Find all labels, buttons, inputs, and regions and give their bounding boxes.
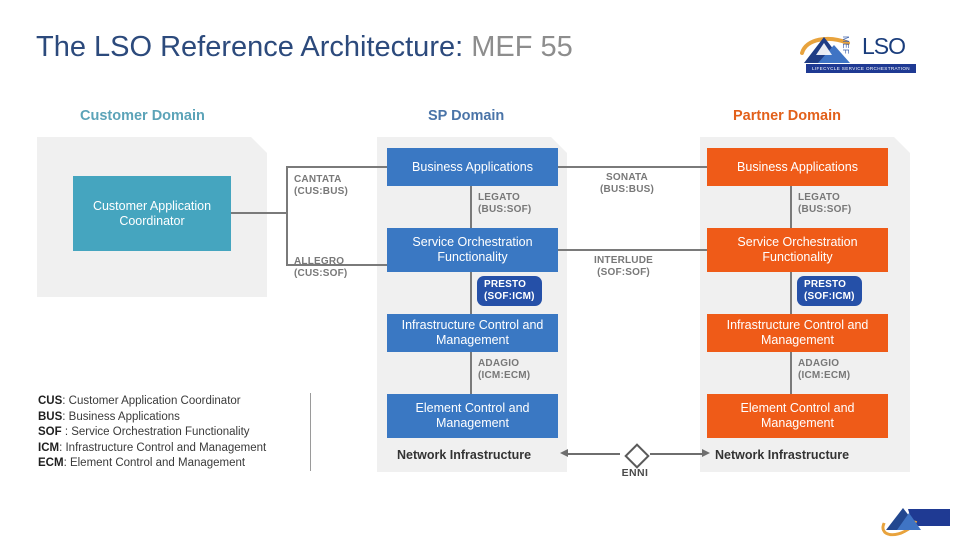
logo-mef-text: MEF bbox=[841, 36, 850, 55]
legend-item: SOF : Service Orchestration Functionalit… bbox=[38, 425, 266, 441]
label-partner-legato: LEGATO (BUS:SOF) bbox=[798, 192, 851, 216]
domain-heading-customer: Customer Domain bbox=[80, 108, 205, 124]
logo-tagline-bar: LIFECYCLE SERVICE ORCHESTRATION bbox=[806, 64, 916, 73]
label-sonata: SONATA (BUS:BUS) bbox=[600, 172, 654, 196]
box-sp-infrastructure-control-and-management[interactable]: Infrastructure Control and Management bbox=[387, 314, 558, 352]
label-partner-network-infrastructure: Network Infrastructure bbox=[715, 448, 850, 462]
legend-item: BUS: Business Applications bbox=[38, 410, 266, 426]
legend-item: CUS: Customer Application Coordinator bbox=[38, 394, 266, 410]
box-customer-application-coordinator[interactable]: Customer Application Coordinator bbox=[73, 176, 231, 251]
connector-customer-bracket bbox=[286, 166, 288, 266]
legend-item: ECM: Element Control and Management bbox=[38, 456, 266, 472]
page-title-main: The LSO Reference Architecture: bbox=[36, 31, 464, 63]
domain-heading-partner: Partner Domain bbox=[733, 108, 841, 124]
label-sp-network-infrastructure: Network Infrastructure bbox=[397, 448, 532, 462]
label-sonata-name: SONATA bbox=[606, 172, 648, 183]
connector-customer-stub bbox=[231, 212, 288, 214]
legend: CUS: Customer Application Coordinator BU… bbox=[38, 394, 266, 472]
legend-text: Customer Application Coordinator bbox=[68, 395, 241, 407]
label-interlude: INTERLUDE (SOF:SOF) bbox=[594, 255, 653, 279]
enni-group: ENNI bbox=[560, 443, 720, 487]
label-sonata-pair: (BUS:BUS) bbox=[600, 184, 655, 195]
label-partner-legato-pair: (BUS:SOF) bbox=[798, 204, 852, 215]
label-allegro-pair: (CUS:SOF) bbox=[294, 268, 348, 279]
pill-partner-presto[interactable]: PRESTO (SOF:ICM) bbox=[797, 276, 862, 306]
label-sp-adagio-pair: (ICM:ECM) bbox=[478, 370, 531, 381]
connector-sonata-line bbox=[558, 166, 710, 168]
label-sp-presto-pair: (SOF:ICM) bbox=[484, 291, 535, 302]
box-sp-element-control-and-management[interactable]: Element Control and Management bbox=[387, 394, 558, 438]
box-partner-element-control-and-management[interactable]: Element Control and Management bbox=[707, 394, 888, 438]
footer-logo-icon bbox=[876, 502, 950, 542]
label-cantata-name: CANTATA bbox=[294, 174, 342, 185]
legend-text: Service Orchestration Functionality bbox=[71, 426, 250, 438]
label-sp-legato: LEGATO (BUS:SOF) bbox=[478, 192, 531, 216]
label-sp-legato-name: LEGATO bbox=[478, 192, 520, 203]
enni-diamond-icon bbox=[624, 443, 650, 469]
connector-sp-legato bbox=[470, 186, 472, 228]
label-allegro-name: ALLEGRO bbox=[294, 256, 345, 267]
legend-abbr: ECM bbox=[38, 457, 64, 469]
mef-lso-logo: MEF LSO LIFECYCLE SERVICE ORCHESTRATION bbox=[800, 33, 920, 73]
logo-lso-text: LSO bbox=[862, 33, 906, 59]
label-sp-legato-pair: (BUS:SOF) bbox=[478, 204, 532, 215]
legend-text: Element Control and Management bbox=[69, 457, 246, 469]
label-sp-adagio: ADAGIO (ICM:ECM) bbox=[478, 358, 530, 382]
legend-abbr: ICM bbox=[38, 441, 60, 454]
label-interlude-name: INTERLUDE bbox=[594, 255, 654, 266]
box-sp-service-orchestration-functionality[interactable]: Service Orchestration Functionality bbox=[387, 228, 558, 272]
label-partner-legato-name: LEGATO bbox=[798, 192, 840, 203]
label-partner-presto-name: PRESTO bbox=[804, 279, 847, 290]
connector-sp-adagio bbox=[470, 352, 472, 394]
box-partner-service-orchestration-functionality[interactable]: Service Orchestration Functionality bbox=[707, 228, 888, 272]
label-partner-adagio-name: ADAGIO bbox=[798, 358, 840, 369]
enni-arrow-right-head-icon bbox=[702, 449, 710, 457]
slide-canvas: The LSO Reference Architecture: MEF 55 M… bbox=[0, 0, 960, 542]
label-sp-presto-name: PRESTO bbox=[484, 279, 527, 290]
label-cantata-pair: (CUS:BUS) bbox=[294, 186, 349, 197]
label-enni: ENNI bbox=[621, 467, 649, 479]
logo-tagline-text: LIFECYCLE SERVICE ORCHESTRATION bbox=[812, 66, 910, 71]
connector-partner-adagio bbox=[790, 352, 792, 394]
connector-cantata-line bbox=[286, 166, 387, 168]
domain-heading-sp: SP Domain bbox=[428, 108, 505, 124]
legend-sep: : bbox=[61, 426, 72, 438]
label-partner-presto-pair: (SOF:ICM) bbox=[804, 291, 855, 302]
label-interlude-pair: (SOF:SOF) bbox=[597, 267, 650, 278]
connector-interlude-line bbox=[558, 249, 710, 251]
connector-partner-legato bbox=[790, 186, 792, 228]
label-allegro: ALLEGRO (CUS:SOF) bbox=[294, 256, 347, 280]
label-partner-adagio-pair: (ICM:ECM) bbox=[798, 370, 851, 381]
box-sp-business-applications[interactable]: Business Applications bbox=[387, 148, 558, 186]
legend-divider bbox=[310, 393, 311, 471]
page-title-sub: MEF 55 bbox=[471, 31, 573, 63]
footer-logo-peak-inner bbox=[897, 513, 921, 530]
pill-sp-presto[interactable]: PRESTO (SOF:ICM) bbox=[477, 276, 542, 306]
legend-abbr: CUS bbox=[38, 395, 63, 407]
legend-text: Infrastructure Control and Management bbox=[65, 441, 267, 454]
label-partner-adagio: ADAGIO (ICM:ECM) bbox=[798, 358, 850, 382]
legend-abbr: SOF bbox=[38, 426, 62, 438]
enni-arrow-right-line bbox=[650, 453, 702, 455]
page-title: The LSO Reference Architecture: MEF 55 bbox=[36, 30, 573, 64]
legend-text: Business Applications bbox=[68, 410, 180, 423]
legend-item: ICM: Infrastructure Control and Manageme… bbox=[38, 441, 266, 457]
box-partner-infrastructure-control-and-management[interactable]: Infrastructure Control and Management bbox=[707, 314, 888, 352]
connector-partner-presto bbox=[790, 272, 792, 314]
box-partner-business-applications[interactable]: Business Applications bbox=[707, 148, 888, 186]
legend-abbr: BUS bbox=[38, 410, 63, 423]
connector-sp-presto bbox=[470, 272, 472, 314]
enni-arrow-left-line bbox=[568, 453, 620, 455]
label-sp-adagio-name: ADAGIO bbox=[478, 358, 520, 369]
enni-arrow-left-head-icon bbox=[560, 449, 568, 457]
label-cantata: CANTATA (CUS:BUS) bbox=[294, 174, 348, 198]
